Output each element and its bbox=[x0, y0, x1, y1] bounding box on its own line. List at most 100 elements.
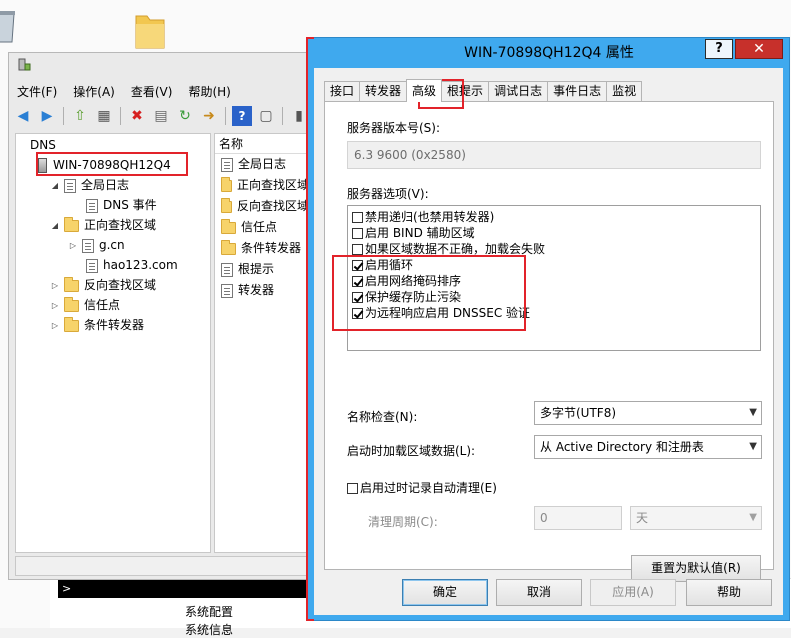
root-hints-icon bbox=[221, 262, 233, 277]
folder-icon bbox=[64, 316, 79, 332]
help-button[interactable]: 帮助 bbox=[686, 579, 772, 606]
option-enable-bind-secondaries[interactable]: 启用 BIND 辅助区域 bbox=[352, 225, 475, 241]
collapse-triangle-icon[interactable]: ▷ bbox=[68, 236, 78, 255]
properties-icon[interactable]: ▤ bbox=[151, 106, 171, 126]
tree-item-forward-zones[interactable]: ◢ 正向查找区域 bbox=[50, 216, 156, 235]
tree-label: DNS 事件 bbox=[103, 198, 157, 212]
option-secure-cache[interactable]: 保护缓存防止污染 bbox=[352, 289, 461, 305]
expand-triangle-icon[interactable]: ◢ bbox=[50, 216, 60, 235]
close-button[interactable]: ✕ bbox=[735, 39, 783, 59]
list-item[interactable]: 转发器 bbox=[215, 280, 309, 301]
tree-item-reverse-zones[interactable]: ▷ 反向查找区域 bbox=[50, 276, 156, 295]
reset-defaults-button[interactable]: 重置为默认值(R) bbox=[631, 555, 761, 582]
list-item-label: 条件转发器 bbox=[241, 241, 302, 255]
menu-view[interactable]: 查看(V) bbox=[123, 82, 181, 102]
recycle-bin-icon[interactable] bbox=[0, 6, 16, 46]
checkbox-checked[interactable] bbox=[352, 275, 363, 287]
tab-event-logging[interactable]: 事件日志 bbox=[547, 81, 608, 102]
option-label: 启用循环 bbox=[365, 258, 414, 272]
list-item[interactable]: 信任点 bbox=[215, 217, 309, 238]
delete-icon[interactable]: ✖ bbox=[127, 106, 147, 126]
tab-debug-logging[interactable]: 调试日志 bbox=[488, 81, 549, 102]
tree-item-zone-gcn[interactable]: ▷ g.cn bbox=[68, 236, 125, 255]
list-item[interactable]: 根提示 bbox=[215, 259, 309, 280]
tab-monitoring[interactable]: 监视 bbox=[606, 81, 643, 102]
command-prompt-bar[interactable]: > bbox=[58, 580, 310, 598]
list-item-label: 正向查找区域 bbox=[236, 178, 309, 192]
tab-strip: 接口 转发器 高级 根提示 调试日志 事件日志 监视 bbox=[324, 79, 643, 102]
collapse-triangle-icon[interactable]: ▷ bbox=[50, 316, 60, 335]
server-version-field[interactable]: 6.3 9600 (0x2580) bbox=[347, 141, 761, 169]
list-item[interactable]: 条件转发器 bbox=[215, 238, 309, 259]
export-icon[interactable]: ➜ bbox=[199, 106, 219, 126]
option-dnssec-validation[interactable]: 为远程响应启用 DNSSEC 验证 bbox=[352, 305, 530, 321]
back-arrow-icon[interactable]: ◀ bbox=[13, 106, 33, 126]
tab-forwarders[interactable]: 转发器 bbox=[359, 81, 408, 102]
tab-advanced[interactable]: 高级 bbox=[406, 79, 443, 102]
option-fail-on-load[interactable]: 如果区域数据不正确，加载会失败 bbox=[352, 241, 545, 257]
tree-item-server[interactable]: WIN-70898QH12Q4 bbox=[38, 156, 171, 175]
tree-item-global-logs[interactable]: ◢ 全局日志 bbox=[50, 176, 129, 195]
list-item-label: 反向查找区域 bbox=[236, 199, 309, 213]
scavenging-option[interactable]: 启用过时记录自动清理(E) bbox=[347, 480, 497, 496]
menu-file[interactable]: 文件(F) bbox=[9, 82, 65, 102]
list-item[interactable]: 正向查找区域 bbox=[215, 175, 309, 196]
collapse-triangle-icon[interactable]: ▷ bbox=[50, 276, 60, 295]
toolbar-separator bbox=[120, 107, 121, 125]
tab-interfaces[interactable]: 接口 bbox=[324, 81, 361, 102]
checkbox[interactable] bbox=[352, 243, 363, 255]
input-value: 0 bbox=[540, 511, 548, 525]
list-item[interactable]: 全局日志 bbox=[215, 154, 309, 175]
desktop-folder-icon[interactable] bbox=[133, 10, 167, 50]
load-zone-dropdown[interactable]: 从 Active Directory 和注册表 ▼ bbox=[534, 435, 762, 459]
show-hide-tree-icon[interactable]: ▦ bbox=[94, 106, 114, 126]
cleanup-period-label: 清理周期(C): bbox=[368, 515, 438, 529]
ok-button[interactable]: 确定 bbox=[402, 579, 488, 606]
cleanup-unit-dropdown[interactable]: 天 ▼ bbox=[630, 506, 762, 530]
folder-icon bbox=[221, 176, 232, 192]
option-label: 如果区域数据不正确，加载会失败 bbox=[365, 242, 546, 256]
tree-item-dns-events[interactable]: DNS 事件 bbox=[86, 196, 157, 215]
name-check-dropdown[interactable]: 多字节(UTF8) ▼ bbox=[534, 401, 762, 425]
option-disable-recursion[interactable]: 禁用递归(也禁用转发器) bbox=[352, 209, 494, 225]
checkbox[interactable] bbox=[347, 482, 358, 494]
refresh-icon[interactable]: ↻ bbox=[175, 106, 195, 126]
tree-label: 反向查找区域 bbox=[84, 278, 157, 292]
checkbox-checked[interactable] bbox=[352, 291, 363, 303]
dns-manager-titlebar[interactable] bbox=[9, 53, 311, 79]
checkbox[interactable] bbox=[352, 211, 363, 223]
tree-label: DNS bbox=[30, 138, 56, 152]
option-enable-netmask-ordering[interactable]: 启用网络掩码排序 bbox=[352, 273, 461, 289]
expand-triangle-icon[interactable]: ◢ bbox=[50, 176, 60, 195]
option-enable-round-robin[interactable]: 启用循环 bbox=[352, 257, 413, 273]
list-item[interactable]: 反向查找区域 bbox=[215, 196, 309, 217]
tree-item-dns[interactable]: DNS bbox=[20, 136, 56, 155]
console-icon[interactable]: ▢ bbox=[256, 106, 276, 126]
server-options-label: 服务器选项(V): bbox=[347, 187, 429, 201]
checkbox[interactable] bbox=[352, 227, 363, 239]
menu-action[interactable]: 操作(A) bbox=[65, 82, 123, 102]
list-item-label: 全局日志 bbox=[238, 157, 287, 171]
up-folder-icon[interactable]: ⇧ bbox=[70, 106, 90, 126]
log-icon bbox=[86, 198, 98, 213]
option-label: 禁用递归(也禁用转发器) bbox=[365, 210, 495, 224]
tree-item-trust-points[interactable]: ▷ 信任点 bbox=[50, 296, 120, 315]
forward-arrow-icon[interactable]: ▶ bbox=[37, 106, 57, 126]
checkbox-checked[interactable] bbox=[352, 259, 363, 271]
console-tree: DNS WIN-70898QH12Q4 ◢ 全局日志 DNS 事件 ◢ 正向查找… bbox=[15, 133, 211, 553]
cleanup-period-input[interactable]: 0 bbox=[534, 506, 622, 530]
tree-item-conditional-forwarders[interactable]: ▷ 条件转发器 bbox=[50, 316, 144, 335]
tab-root-hints[interactable]: 根提示 bbox=[441, 81, 490, 102]
help-icon[interactable]: ? bbox=[232, 106, 252, 126]
apply-button[interactable]: 应用(A) bbox=[590, 579, 676, 606]
tree-label: g.cn bbox=[99, 238, 125, 252]
cancel-button[interactable]: 取消 bbox=[496, 579, 582, 606]
tree-item-zone-hao123[interactable]: hao123.com bbox=[86, 256, 178, 275]
folder-icon bbox=[64, 216, 79, 232]
column-header-name[interactable]: 名称 bbox=[215, 134, 309, 154]
menu-help[interactable]: 帮助(H) bbox=[180, 82, 238, 102]
checkbox-checked[interactable] bbox=[352, 307, 363, 319]
collapse-triangle-icon[interactable]: ▷ bbox=[50, 296, 60, 315]
help-title-button[interactable]: ? bbox=[705, 39, 733, 59]
option-label: 启用 BIND 辅助区域 bbox=[365, 226, 475, 240]
